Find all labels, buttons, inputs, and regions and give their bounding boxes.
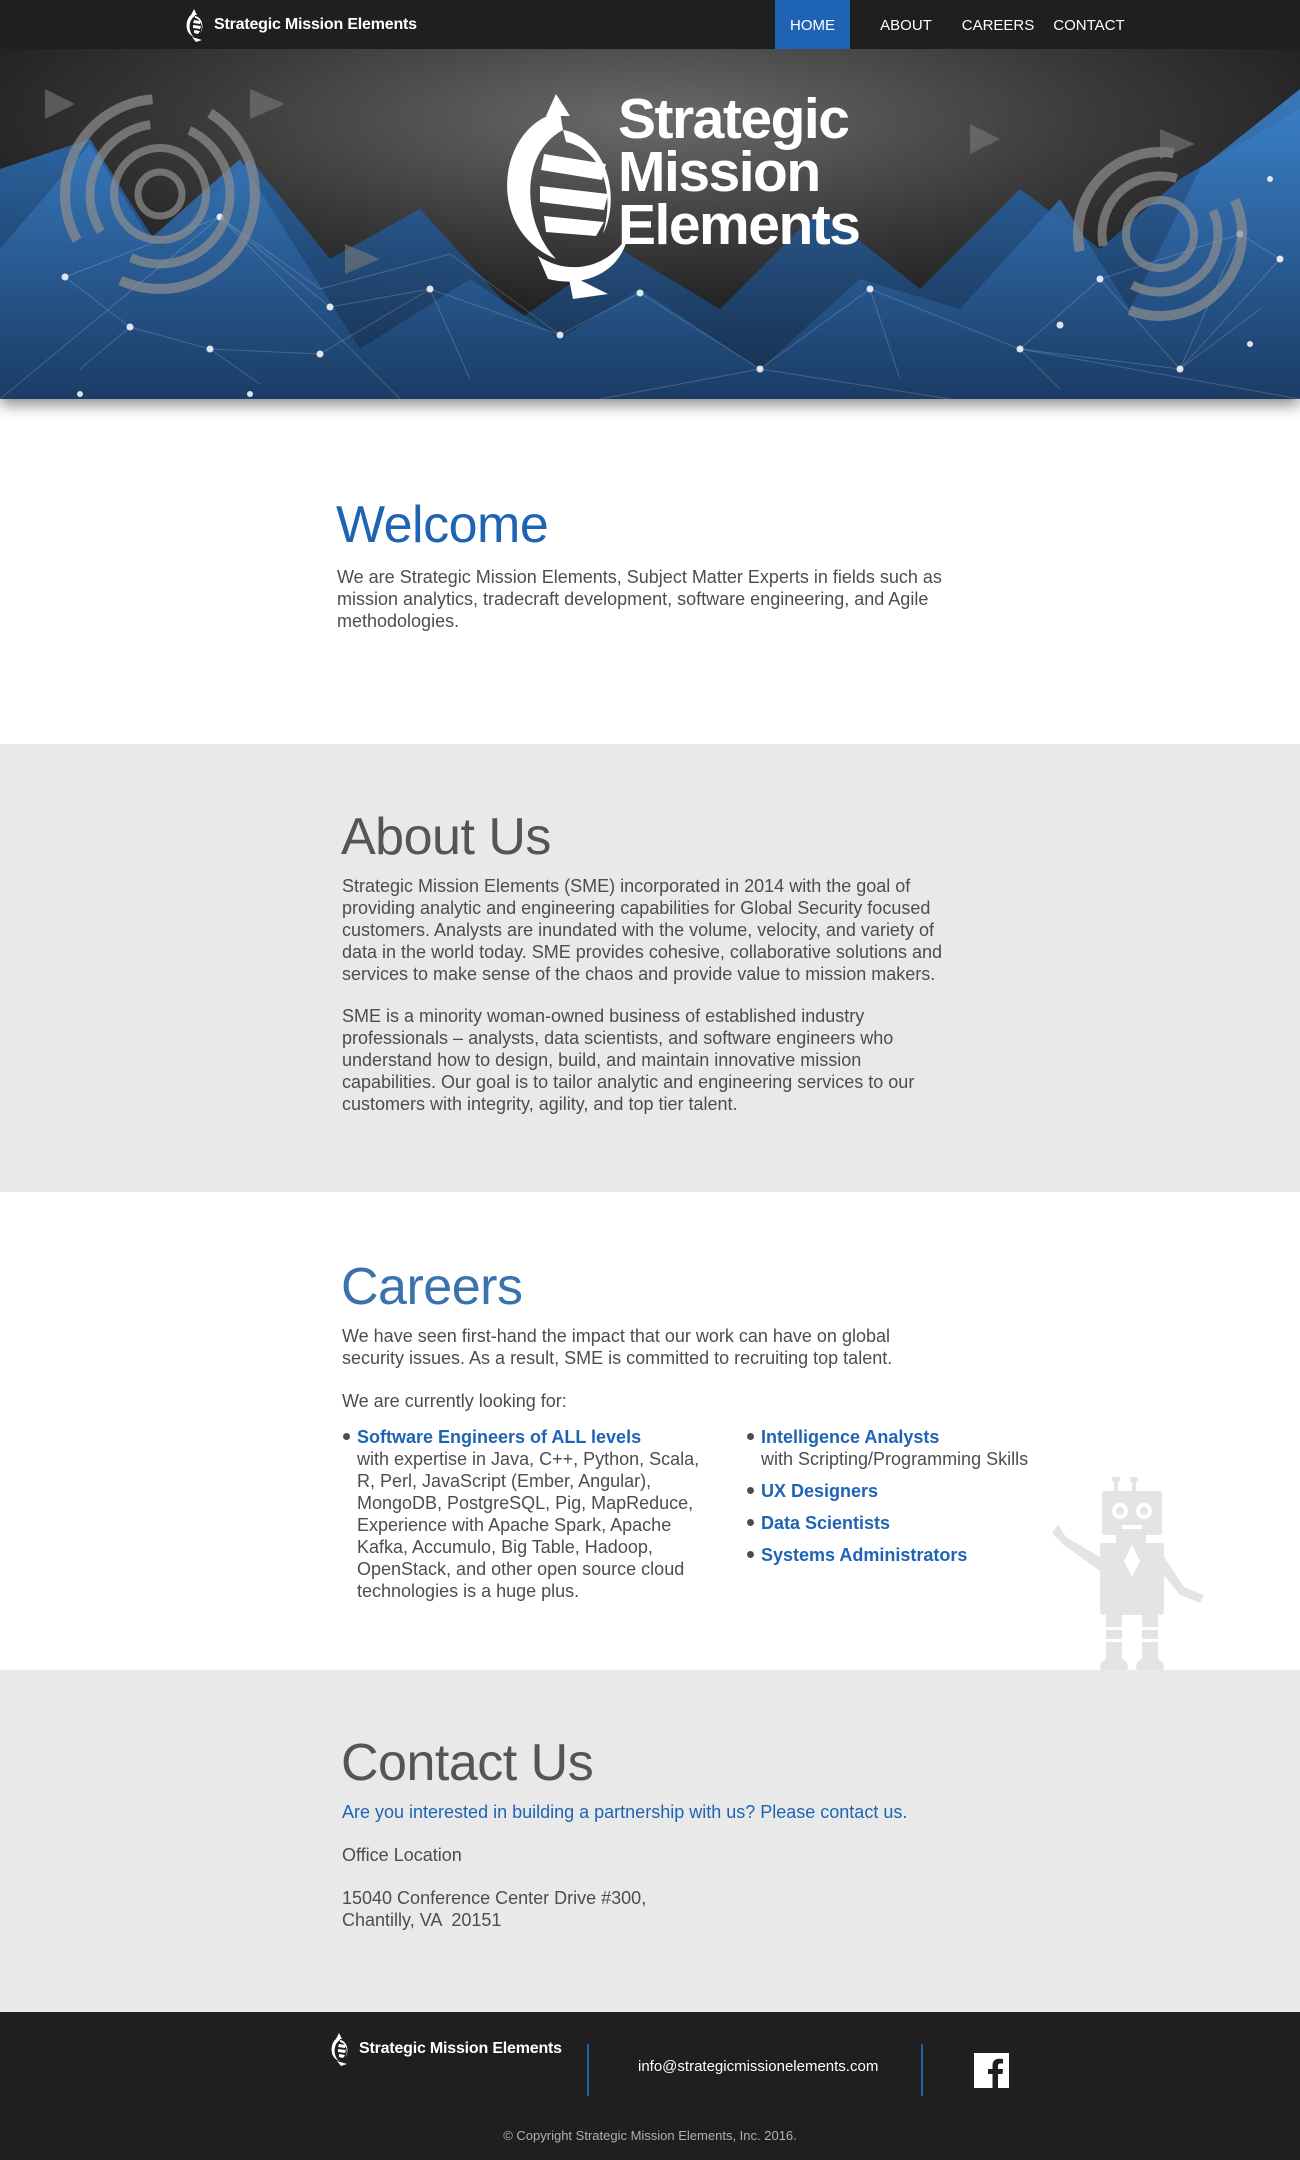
job-desc-line: with expertise in Java, C++, Python, Sca… — [357, 1449, 700, 1469]
sme-logo-icon — [186, 9, 203, 42]
nav-home[interactable]: HOME — [775, 0, 850, 49]
hero-title-line-2: Mission — [618, 140, 821, 204]
list-item: Intelligence Analysts with Scripting/Pro… — [746, 1426, 1086, 1470]
list-item: Data Scientists — [746, 1512, 1086, 1534]
hero-banner: Strategic Mission Elements — [0, 49, 1300, 399]
job-desc-line: technologies is a huge plus. — [357, 1581, 580, 1601]
about-line: data in the world today. SME provides co… — [342, 942, 943, 962]
job-desc-line: OpenStack, and other open source cloud — [357, 1559, 685, 1579]
footer-brand-name: Strategic Mission Elements — [359, 2040, 562, 2057]
about-line: understand how to design, build, and mai… — [342, 1050, 862, 1070]
currently-looking-text: We are currently looking for: — [342, 1391, 567, 1411]
hero-title-line-1: Strategic — [618, 87, 850, 151]
welcome-heading: Welcome — [336, 496, 549, 554]
hero-title: Strategic Mission Elements — [618, 87, 861, 257]
hero-title-line-3: Elements — [618, 193, 861, 257]
footer: Strategic Mission Elements info@strategi… — [0, 2012, 1300, 2160]
robot-illustration — [1052, 1477, 1204, 1670]
about-heading: About Us — [341, 808, 551, 866]
careers-heading: Careers — [341, 1258, 523, 1316]
office-address: 15040 Conference Center Drive #300, Chan… — [342, 1887, 646, 1931]
job-description: with Scripting/Programming Skills — [761, 1449, 1029, 1469]
job-desc-line: MongoDB, PostgreSQL, Pig, MapReduce, — [357, 1493, 694, 1513]
contact-cta-link[interactable]: Are you interested in building a partner… — [342, 1801, 907, 1823]
footer-brand-link[interactable]: Strategic Mission Elements — [325, 2030, 562, 2068]
list-item: Software Engineers of ALL levels with ex… — [342, 1426, 722, 1602]
list-item: Systems Administrators — [746, 1544, 1086, 1566]
footer-divider — [921, 2044, 923, 2096]
nav-about[interactable]: ABOUT — [868, 0, 944, 49]
welcome-section: Welcome We are Strategic Mission Element… — [0, 399, 1300, 744]
job-list-left: Software Engineers of ALL levels with ex… — [342, 1426, 722, 1612]
copyright-text: © Copyright Strategic Mission Elements, … — [503, 2128, 797, 2143]
facebook-icon[interactable] — [974, 2053, 1009, 2088]
about-line: SME is a minority woman-owned business o… — [342, 1006, 865, 1026]
list-item: UX Designers — [746, 1480, 1086, 1502]
nav-careers[interactable]: CAREERS — [957, 0, 1039, 49]
careers-section: Careers We have seen first-hand the impa… — [0, 1192, 1300, 1670]
welcome-line: mission analytics, tradecraft developmen… — [337, 589, 929, 609]
contact-heading: Contact Us — [341, 1734, 594, 1792]
about-line: professionals – analysts, data scientist… — [342, 1028, 894, 1048]
about-line: capabilities. Our goal is to tailor anal… — [342, 1072, 915, 1092]
about-line: Strategic Mission Elements (SME) incorpo… — [342, 876, 911, 896]
careers-intro-line: We have seen first-hand the impact that … — [342, 1326, 890, 1346]
about-paragraph-2: SME is a minority woman-owned business o… — [342, 1005, 914, 1115]
careers-intro: We have seen first-hand the impact that … — [342, 1325, 892, 1369]
footer-email-link[interactable]: info@strategicmissionelements.com — [638, 2058, 878, 2075]
welcome-line: We are Strategic Mission Elements, Subje… — [337, 567, 942, 587]
job-desc-line: R, Perl, JavaScript (Ember, Angular), — [357, 1471, 652, 1491]
about-line: customers with integrity, agility, and t… — [342, 1094, 738, 1114]
about-section: About Us Strategic Mission Elements (SME… — [0, 744, 1300, 1192]
address-line: 15040 Conference Center Drive #300, — [342, 1888, 647, 1908]
about-line: services to make sense of the chaos and … — [342, 964, 936, 984]
job-title-link[interactable]: Software Engineers of ALL levels — [357, 1426, 722, 1448]
footer-divider — [587, 2044, 589, 2096]
welcome-line: methodologies. — [337, 611, 460, 631]
job-title-link[interactable]: Intelligence Analysts — [761, 1426, 1086, 1448]
brand-name: Strategic Mission Elements — [214, 16, 417, 33]
careers-intro-line: security issues. As a result, SME is com… — [342, 1348, 893, 1368]
job-list-right: Intelligence Analysts with Scripting/Pro… — [746, 1426, 1086, 1576]
sme-logo-icon — [331, 2033, 348, 2066]
top-navigation-bar: Strategic Mission Elements HOME ABOUT CA… — [0, 0, 1300, 49]
brand-link[interactable]: Strategic Mission Elements — [180, 7, 417, 43]
about-paragraph-1: Strategic Mission Elements (SME) incorpo… — [342, 875, 942, 985]
office-location-label: Office Location — [342, 1845, 462, 1865]
job-description: with expertise in Java, C++, Python, Sca… — [357, 1448, 722, 1602]
about-line: customers. Analysts are inundated with t… — [342, 920, 934, 940]
job-desc-line: Kafka, Accumulo, Big Table, Hadoop, — [357, 1537, 653, 1557]
contact-section: Contact Us Are you interested in buildin… — [0, 1670, 1300, 2012]
nav-contact[interactable]: CONTACT — [1050, 0, 1128, 49]
address-line: Chantilly, VA 20151 — [342, 1910, 502, 1930]
welcome-text: We are Strategic Mission Elements, Subje… — [337, 566, 942, 632]
about-line: providing analytic and engineering capab… — [342, 898, 931, 918]
job-desc-line: Experience with Apache Spark, Apache — [357, 1515, 672, 1535]
